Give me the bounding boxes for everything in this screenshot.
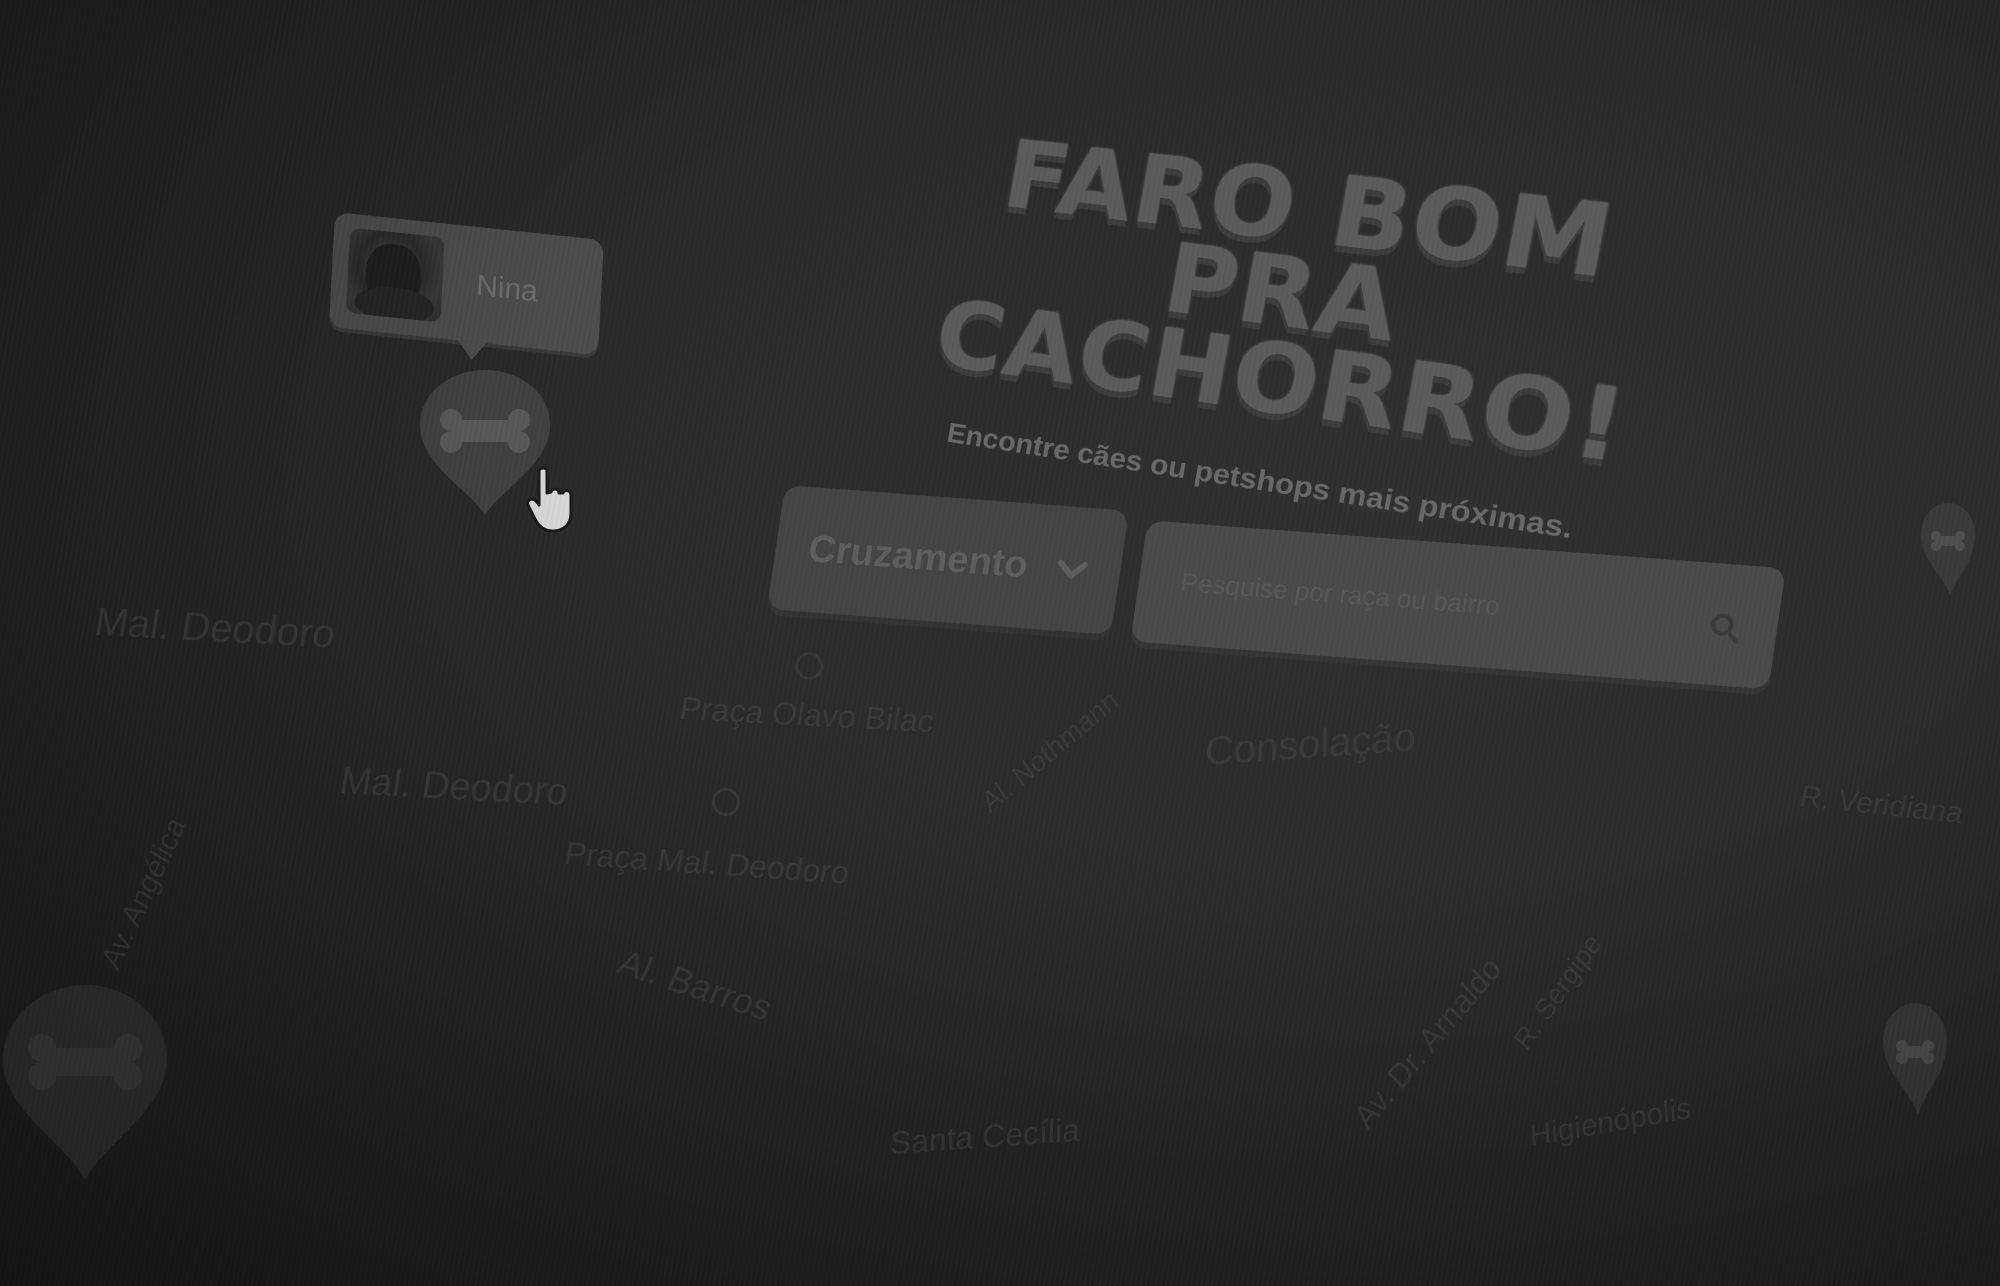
- street-label: Av. Angélica: [95, 811, 193, 976]
- dog-name: Nina: [475, 269, 539, 309]
- street-label: Praça Olavo Bilac: [677, 690, 937, 740]
- map-poi-icon: [795, 652, 823, 680]
- street-label: Al. Barros: [611, 941, 779, 1029]
- map-screen: Mal. Deodoro Praça Olavo Bilac Mal. Deod…: [0, 0, 2000, 1286]
- street-label: Higienópolis: [1528, 1091, 1693, 1154]
- dog-map-marker[interactable]: [0, 980, 170, 1194]
- search-input[interactable]: [1176, 560, 1705, 642]
- dog-avatar: [345, 227, 445, 323]
- dog-map-marker[interactable]: [1880, 1000, 1950, 1124]
- marker-popup[interactable]: Nina: [328, 212, 604, 356]
- street-label: Al. Nothmann: [976, 683, 1124, 819]
- search-icon[interactable]: [1706, 611, 1743, 649]
- street-label: Santa Cecília: [889, 1111, 1081, 1162]
- street-label: R. Veridiana: [1796, 780, 1967, 830]
- bone-icon: [1883, 1003, 1947, 1115]
- chevron-down-icon: [1056, 558, 1089, 580]
- street-label: R. Sergipe: [1507, 927, 1608, 1056]
- map-poi-icon: [712, 788, 740, 816]
- street-label: Praça Mal. Deodoro: [561, 835, 853, 891]
- street-label: Av. Dr. Arnaldo: [1347, 948, 1508, 1137]
- dog-map-marker[interactable]: [1918, 500, 1978, 604]
- hand-cursor-icon: [525, 465, 575, 539]
- filter-dropdown-value: Cruzamento: [805, 528, 1031, 587]
- filter-dropdown[interactable]: Cruzamento: [766, 485, 1130, 635]
- street-label: Mal. Deodoro: [91, 600, 339, 657]
- street-label: Consolação: [1204, 715, 1417, 775]
- bone-icon: [3, 985, 167, 1180]
- street-label: Mal. Deodoro: [336, 760, 572, 814]
- bone-icon: [1921, 503, 1975, 595]
